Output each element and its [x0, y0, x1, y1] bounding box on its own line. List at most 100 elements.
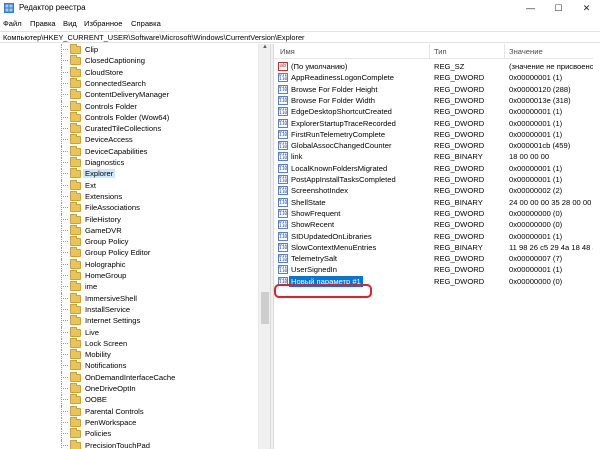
value-row[interactable]: 011 110 FirstRunTelemetryComplete REG_DWOR… — [274, 129, 600, 140]
maximize-button[interactable]: ☐ — [545, 0, 572, 17]
folder-icon — [70, 145, 81, 156]
value-row[interactable]: 011 110 EdgeDesktopShortcutCreated REG_DWO… — [274, 106, 600, 117]
tree-item-label: ContentDeliveryManager — [85, 90, 169, 100]
value-name: ShellState — [291, 197, 326, 207]
value-name: LocalKnownFoldersMigrated — [291, 163, 388, 173]
column-separator[interactable] — [504, 44, 505, 59]
close-button[interactable]: ✕ — [573, 0, 600, 17]
tree-item[interactable]: OneDriveOptIn — [0, 383, 258, 395]
tree-item[interactable]: Parental Controls — [0, 405, 258, 418]
value-row[interactable]: 011 110 PostAppInstallTasksCompleted REG_D… — [274, 174, 600, 185]
tree-item[interactable]: Live — [0, 326, 258, 339]
menu-file[interactable]: Файл — [3, 19, 22, 28]
values-list[interactable]: Имя Тип Значение ab (По умолчанию) REG_SZ (… — [274, 44, 600, 449]
value-row[interactable]: 011 110 Browse For Folder Height REG_DWORD… — [274, 84, 600, 95]
column-separator[interactable] — [429, 44, 430, 59]
folder-icon — [70, 247, 81, 258]
key-tree[interactable]: Clip ClosedCaptioning CloudStore ConnectedS… — [0, 44, 270, 449]
binary-value-icon: 011 110 — [278, 107, 288, 117]
tree-item[interactable]: Mobility — [0, 349, 258, 362]
value-data: 24 00 00 00 35 28 00 00 00 00 — [509, 197, 600, 207]
tree-item[interactable]: ClosedCaptioning — [0, 55, 258, 68]
value-type: REG_SZ — [434, 62, 465, 71]
tree-item[interactable]: PrecisionTouchPad — [0, 439, 258, 449]
tree-connector — [61, 202, 62, 215]
tree-item[interactable]: ime — [0, 281, 258, 294]
tree-connector — [61, 247, 62, 260]
folder-icon — [70, 405, 81, 416]
value-data: 0x00000001 (1) — [509, 118, 563, 128]
tree-item[interactable]: Group Policy Editor — [0, 247, 258, 260]
column-type[interactable]: Тип — [434, 47, 447, 56]
menu-favorites[interactable]: Избранное — [84, 19, 122, 28]
tree-item[interactable]: ImmersiveShell — [0, 292, 258, 305]
minimize-button[interactable]: — — [517, 0, 544, 17]
tree-item[interactable]: Group Policy — [0, 236, 258, 249]
tree-item[interactable]: Controls Folder — [0, 100, 258, 113]
value-row[interactable]: 011 110 SlowContextMenuEntries REG_BINARY 1… — [274, 242, 600, 253]
tree-item[interactable]: FileHistory — [0, 213, 258, 226]
tree-item[interactable]: FileAssociations — [0, 202, 258, 215]
tree-connector — [61, 218, 68, 220]
tree-connector — [61, 275, 68, 276]
tree-item[interactable]: Ext — [0, 179, 258, 192]
tree-item-label: Ext — [85, 180, 96, 190]
tree-item[interactable]: Clip — [0, 44, 258, 56]
value-type: REG_BINARY — [434, 242, 483, 252]
tree-item[interactable]: HomeGroup — [0, 270, 258, 282]
value-row[interactable]: 011 110 Browse For Folder Width REG_DWORD 0… — [274, 95, 600, 106]
tree-connector — [61, 297, 68, 299]
column-value[interactable]: Значение — [509, 47, 543, 56]
menu-help[interactable]: Справка — [131, 19, 161, 28]
value-row[interactable]: 011 110 ScreenshotIndex REG_DWORD 0x0000000… — [274, 185, 600, 196]
value-row[interactable]: 011 110 ShellState REG_BINARY 24 00 00 00 3… — [274, 197, 600, 208]
column-name[interactable]: Имя — [280, 47, 295, 56]
tree-scrollbar[interactable]: ▲ — [258, 44, 270, 449]
tree-connector — [61, 252, 68, 254]
value-data: 0x0000013e (318) — [509, 95, 571, 105]
value-row[interactable]: 011 110 GlobalAssocChangedCounter REG_DWOR… — [274, 140, 600, 151]
folder-icon — [70, 315, 81, 326]
menu-edit[interactable]: Правка — [30, 19, 56, 28]
tree-connector — [61, 66, 62, 79]
tree-item[interactable]: Internet Settings — [0, 315, 258, 328]
value-name: SIDUpdatedOnLibraries — [291, 231, 372, 241]
address-bar[interactable]: Компьютер\HKEY_CURRENT_USER\Software\Mic… — [0, 31, 600, 43]
folder-icon — [70, 100, 81, 111]
tree-item[interactable]: PenWorkspace — [0, 416, 258, 429]
tree-item[interactable]: OOBE — [0, 394, 258, 407]
value-row[interactable]: 011 110 LocalKnownFoldersMigrated REG_DWOR… — [274, 163, 600, 174]
value-row[interactable]: 011 110 SIDUpdatedOnLibraries REG_DWORD 0x0… — [274, 231, 600, 242]
tree-item[interactable]: CuratedTileCollections — [0, 123, 258, 136]
value-row[interactable]: ab (По умолчанию) REG_SZ (значение не присв… — [274, 61, 600, 72]
tree-item[interactable]: Diagnostics — [0, 157, 258, 169]
tree-item[interactable]: GameDVR — [0, 224, 258, 237]
tree-item[interactable]: InstallService — [0, 303, 258, 316]
value-type: REG_DWORD — [434, 141, 485, 151]
tree-item[interactable]: Holographic — [0, 258, 258, 271]
menu-view[interactable]: Вид — [63, 19, 77, 28]
value-row[interactable]: 011 110 AppReadinessLogonComplete REG_DWOR… — [274, 72, 600, 83]
value-name: GlobalAssocChangedCounter — [291, 141, 392, 151]
value-row[interactable]: 011 110 ShowFrequent REG_DWORD 0x00000000 (… — [274, 208, 600, 219]
value-row[interactable]: 011 110 ShowRecent REG_DWORD 0x00000000 (0) — [274, 219, 600, 230]
tree-item[interactable]: Notifications — [0, 360, 258, 373]
scroll-thumb[interactable] — [261, 292, 269, 324]
tree-item[interactable]: ConnectedSearch — [0, 77, 258, 90]
tree-connector — [61, 111, 62, 124]
tree-item[interactable]: DeviceCapabilities — [0, 145, 258, 158]
tree-item[interactable]: CloudStore — [0, 66, 258, 79]
value-row[interactable]: 011 110 ExplorerStartupTraceRecorded REG_D… — [274, 118, 600, 129]
tree-item[interactable]: ContentDeliveryManager — [0, 89, 258, 102]
tree-item[interactable]: Controls Folder (Wow64) — [0, 111, 258, 124]
tree-item[interactable]: Lock Screen — [0, 337, 258, 350]
tree-item[interactable]: Explorer — [0, 168, 258, 181]
tree-connector — [61, 229, 68, 231]
value-row[interactable]: 011 110 TelemetrySalt REG_DWORD 0x00000007 … — [274, 253, 600, 264]
tree-item[interactable]: OnDemandInterfaceCache — [0, 371, 258, 384]
value-row[interactable]: 011 110 UserSignedIn REG_DWORD 0x00000001 (… — [274, 264, 600, 275]
tree-item[interactable]: DeviceAccess — [0, 134, 258, 147]
value-row[interactable]: 011 110 link REG_BINARY 18 00 00 00 — [274, 151, 600, 162]
tree-item[interactable]: Policies — [0, 428, 258, 441]
tree-item[interactable]: Extensions — [0, 190, 258, 203]
